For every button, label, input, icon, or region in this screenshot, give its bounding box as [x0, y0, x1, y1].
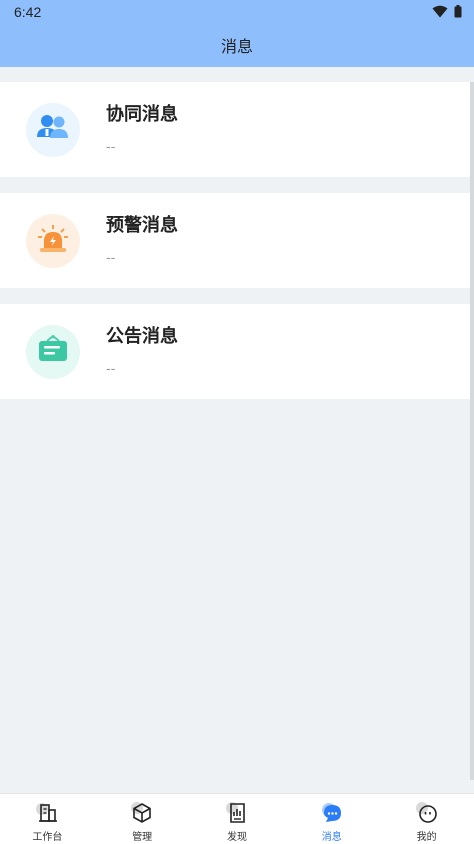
message-title: 预警消息 [106, 215, 178, 236]
notice-icon-wrap [26, 325, 80, 379]
scrollbar[interactable] [470, 82, 474, 780]
message-title: 协同消息 [106, 104, 178, 125]
message-item-collaboration[interactable]: 协同消息 -- [0, 82, 474, 177]
message-item-notice[interactable]: 公告消息 -- [0, 304, 474, 399]
tab-messages[interactable]: 消息 [284, 794, 379, 844]
tab-label: 消息 [321, 832, 342, 843]
tab-label: 发现 [226, 832, 247, 843]
message-subtitle: -- [106, 140, 116, 155]
message-list: 协同消息 -- 预警消息 -- 公告消息 -- [0, 82, 474, 415]
tab-label: 我的 [416, 832, 437, 843]
bottom-tab-bar: 工作台 管理 发现 消息 我的 [0, 793, 474, 844]
alarm-light-icon [36, 224, 70, 258]
app-header: 6:42 消息 [0, 0, 474, 67]
tab-management[interactable]: 管理 [95, 794, 190, 844]
tab-discover[interactable]: 发现 [190, 794, 285, 844]
status-icons [432, 3, 462, 22]
status-bar: 6:42 [0, 0, 474, 24]
face-icon [415, 801, 439, 825]
message-subtitle: -- [106, 251, 116, 266]
message-title: 公告消息 [106, 326, 178, 347]
wifi-icon [432, 3, 448, 22]
screen: 6:42 消息 协同消息 -- 预警消息 -- 公告消息 -- 工作台 管理 发… [0, 0, 474, 844]
collaboration-users-icon [36, 113, 70, 147]
message-subtitle: -- [106, 362, 116, 377]
status-time: 6:42 [14, 4, 42, 20]
chat-bubble-icon [320, 801, 344, 825]
tab-label: 管理 [132, 832, 153, 843]
warning-icon-wrap [26, 214, 80, 268]
collaboration-icon-wrap [26, 103, 80, 157]
tab-mine[interactable]: 我的 [379, 794, 474, 844]
box-icon [130, 801, 154, 825]
notice-board-icon [36, 334, 70, 369]
message-item-warning[interactable]: 预警消息 -- [0, 193, 474, 288]
report-icon [225, 801, 249, 825]
tab-workbench[interactable]: 工作台 [0, 794, 95, 844]
page-title: 消息 [220, 37, 253, 56]
tab-label: 工作台 [32, 832, 63, 843]
battery-icon [454, 3, 462, 22]
building-icon [35, 801, 59, 825]
